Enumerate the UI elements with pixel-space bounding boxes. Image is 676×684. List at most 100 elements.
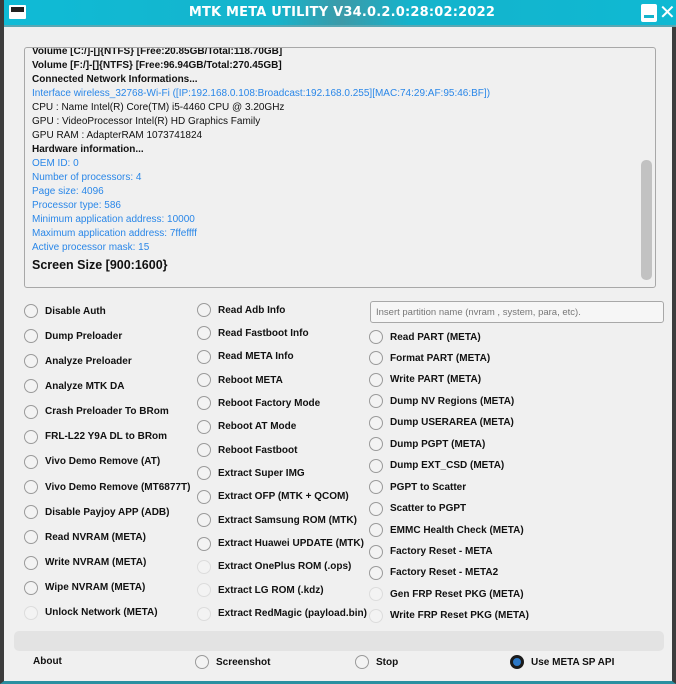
radio-button[interactable] <box>369 458 383 473</box>
radio-button[interactable] <box>369 394 383 409</box>
radio-button[interactable] <box>369 501 383 516</box>
radio-button[interactable] <box>24 530 38 545</box>
log-line: GPU RAM : AdapterRAM 1073741824 <box>32 130 203 141</box>
option-extract-lg-rom-kdz[interactable]: Extract LG ROM (.kdz) <box>197 583 324 598</box>
radio-button[interactable] <box>369 587 383 602</box>
option-factory-reset-meta[interactable]: Factory Reset - META <box>369 544 493 559</box>
minimize-button[interactable] <box>641 4 657 22</box>
radio-button[interactable] <box>197 536 211 551</box>
option-wipe-nvram-meta[interactable]: Wipe NVRAM (META) <box>24 580 145 595</box>
radio-button[interactable] <box>369 565 383 580</box>
scrollbar-thumb[interactable] <box>641 160 652 280</box>
option-label: Write FRP Reset PKG (META) <box>390 610 529 622</box>
option-dump-pgpt-meta[interactable]: Dump PGPT (META) <box>369 437 486 452</box>
radio-button[interactable] <box>24 505 38 520</box>
option-reboot-at-mode[interactable]: Reboot AT Mode <box>197 419 296 434</box>
about-link[interactable]: About <box>33 656 62 667</box>
radio-button[interactable] <box>369 480 383 495</box>
partition-name-input[interactable] <box>370 301 664 323</box>
meta-sp-api-option[interactable]: Use META SP API <box>510 655 614 669</box>
radio-button[interactable] <box>369 351 383 366</box>
stop-option[interactable]: Stop <box>355 655 398 669</box>
option-format-part-meta[interactable]: Format PART (META) <box>369 351 490 366</box>
radio-button[interactable] <box>197 443 211 458</box>
option-dump-ext-csd-meta[interactable]: Dump EXT_CSD (META) <box>369 458 504 473</box>
option-read-fastboot-info[interactable]: Read Fastboot Info <box>197 326 309 341</box>
radio-button[interactable] <box>24 404 38 419</box>
meta-sp-api-radio[interactable] <box>510 655 524 669</box>
radio-button[interactable] <box>369 523 383 538</box>
close-button[interactable]: ✕ <box>659 1 676 23</box>
option-analyze-preloader[interactable]: Analyze Preloader <box>24 354 132 369</box>
option-dump-userarea-meta[interactable]: Dump USERAREA (META) <box>369 415 514 430</box>
radio-button[interactable] <box>197 559 211 574</box>
option-extract-super-img[interactable]: Extract Super IMG <box>197 466 305 481</box>
option-read-nvram-meta[interactable]: Read NVRAM (META) <box>24 530 146 545</box>
radio-button[interactable] <box>197 373 211 388</box>
radio-button[interactable] <box>197 583 211 598</box>
option-vivo-demo-remove-at[interactable]: Vivo Demo Remove (AT) <box>24 454 160 469</box>
radio-button[interactable] <box>24 329 38 344</box>
radio-button[interactable] <box>369 437 383 452</box>
option-vivo-demo-remove-mt6877t[interactable]: Vivo Demo Remove (MT6877T) <box>24 480 190 495</box>
option-dump-nv-regions-meta[interactable]: Dump NV Regions (META) <box>369 394 514 409</box>
radio-button[interactable] <box>369 330 383 344</box>
option-factory-reset-meta2[interactable]: Factory Reset - META2 <box>369 565 498 580</box>
log-scrollbar[interactable] <box>640 50 653 285</box>
option-unlock-network-meta[interactable]: Unlock Network (META) <box>24 605 158 620</box>
radio-button[interactable] <box>24 429 38 444</box>
option-disable-payjoy-app-adb[interactable]: Disable Payjoy APP (ADB) <box>24 505 169 520</box>
radio-button[interactable] <box>24 480 38 495</box>
radio-button[interactable] <box>197 489 211 504</box>
option-gen-frp-reset-pkg-meta[interactable]: Gen FRP Reset PKG (META) <box>369 587 524 602</box>
option-label: Analyze Preloader <box>45 355 132 367</box>
radio-button[interactable] <box>197 303 211 317</box>
option-emmc-health-check-meta[interactable]: EMMC Health Check (META) <box>369 523 524 538</box>
option-extract-redmagic-payload-bin[interactable]: Extract RedMagic (payload.bin) <box>197 606 367 621</box>
radio-button[interactable] <box>24 304 38 318</box>
option-write-frp-reset-pkg-meta[interactable]: Write FRP Reset PKG (META) <box>369 608 529 623</box>
option-label: Extract Samsung ROM (MTK) <box>218 514 357 526</box>
option-dump-preloader[interactable]: Dump Preloader <box>24 329 122 344</box>
radio-button[interactable] <box>24 454 38 469</box>
option-write-nvram-meta[interactable]: Write NVRAM (META) <box>24 555 146 570</box>
option-label: Extract OnePlus ROM (.ops) <box>218 561 352 573</box>
radio-button[interactable] <box>197 326 211 341</box>
radio-button[interactable] <box>197 606 211 621</box>
option-crash-preloader-to-brom[interactable]: Crash Preloader To BRom <box>24 404 169 419</box>
option-extract-ofp-mtk-qcom[interactable]: Extract OFP (MTK + QCOM) <box>197 489 349 504</box>
option-write-part-meta[interactable]: Write PART (META) <box>369 372 481 387</box>
radio-button[interactable] <box>24 555 38 570</box>
radio-button[interactable] <box>369 608 383 623</box>
screenshot-radio[interactable] <box>195 655 209 669</box>
option-reboot-meta[interactable]: Reboot META <box>197 373 283 388</box>
radio-button[interactable] <box>24 580 38 595</box>
radio-button[interactable] <box>197 349 211 364</box>
option-extract-huawei-update-mtk[interactable]: Extract Huawei UPDATE (MTK) <box>197 536 364 551</box>
option-label: Dump PGPT (META) <box>390 438 486 450</box>
radio-button[interactable] <box>197 419 211 434</box>
option-extract-samsung-rom-mtk[interactable]: Extract Samsung ROM (MTK) <box>197 513 357 528</box>
radio-button[interactable] <box>197 513 211 528</box>
option-read-meta-info[interactable]: Read META Info <box>197 349 294 364</box>
radio-button[interactable] <box>369 415 383 430</box>
option-reboot-fastboot[interactable]: Reboot Fastboot <box>197 443 297 458</box>
screenshot-option[interactable]: Screenshot <box>195 655 270 669</box>
radio-button[interactable] <box>24 354 38 369</box>
option-extract-oneplus-rom-ops[interactable]: Extract OnePlus ROM (.ops) <box>197 559 352 574</box>
option-frl-l22-y9a-dl-to-brom[interactable]: FRL-L22 Y9A DL to BRom <box>24 429 167 444</box>
radio-button[interactable] <box>24 605 38 620</box>
option-scatter-to-pgpt[interactable]: Scatter to PGPT <box>369 501 466 516</box>
radio-button[interactable] <box>369 372 383 387</box>
option-pgpt-to-scatter[interactable]: PGPT to Scatter <box>369 480 466 495</box>
option-reboot-factory-mode[interactable]: Reboot Factory Mode <box>197 396 320 411</box>
radio-button[interactable] <box>197 466 211 481</box>
radio-button[interactable] <box>24 379 38 394</box>
radio-button[interactable] <box>369 544 383 559</box>
option-analyze-mtk-da[interactable]: Analyze MTK DA <box>24 379 124 394</box>
radio-button[interactable] <box>197 396 211 411</box>
stop-radio[interactable] <box>355 655 369 669</box>
option-read-part-meta[interactable]: Read PART (META) <box>369 330 481 344</box>
option-read-adb-info[interactable]: Read Adb Info <box>197 303 285 317</box>
option-disable-auth[interactable]: Disable Auth <box>24 304 106 318</box>
